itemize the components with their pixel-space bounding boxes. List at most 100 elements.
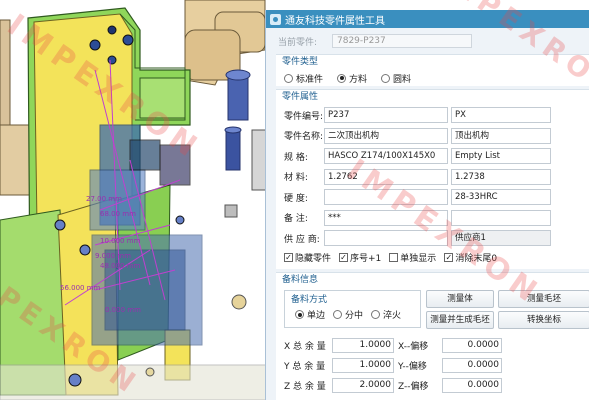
part-props-title: 零件属性 — [282, 92, 319, 102]
checkbox-strip-trailing-zero[interactable]: ✓ 消除末尾0 — [444, 251, 497, 264]
green-side-block — [139, 77, 186, 119]
cylinder-1 — [227, 74, 249, 121]
radio-dot[interactable] — [337, 73, 347, 83]
y-offset-label: Y--偏移 — [398, 361, 427, 372]
radio-dot[interactable] — [295, 310, 304, 319]
remark-select[interactable] — [451, 209, 551, 226]
rod-right — [251, 129, 267, 191]
spec-select[interactable]: Empty List — [451, 148, 551, 165]
checkbox-show-alone[interactable]: 单独显示 — [389, 251, 436, 264]
x-offset-label: X--偏移 — [398, 341, 429, 352]
stock-prep-title: 备料信息 — [282, 274, 319, 285]
hardness-input[interactable] — [324, 189, 448, 206]
prep-method-group: 备料方式 单边 分中 淬火 — [284, 289, 421, 328]
part-number-input[interactable]: P237 — [324, 107, 448, 124]
cad-viewport[interactable]: 27.00 mm 68.00 mm 10.000 mm 9.000 mm 48.… — [0, 0, 270, 400]
prep-method-radios: 单边 分中 淬火 — [287, 307, 401, 323]
prop-row-spec: 规 格: HASCO Z174/100X145X0 Empty List — [276, 146, 589, 167]
prop-row-number: 零件编号: P237 PX — [276, 105, 589, 126]
check-icon[interactable]: ✓ — [444, 253, 454, 262]
prop-label: 材 料: — [284, 173, 308, 184]
part-number-prefix[interactable]: PX — [451, 107, 551, 124]
prop-label: 硬 度: — [284, 193, 308, 204]
z-total-label: Z 总 余 量 — [284, 381, 326, 392]
z-total-input[interactable]: 2.0000 — [332, 377, 394, 393]
check-icon[interactable]: ✓ — [284, 253, 293, 262]
radio-quench[interactable]: 淬火 — [371, 308, 401, 321]
z-offset-label: Z--偏移 — [398, 381, 429, 392]
x-total-row: X 总 余 量 1.0000 X--偏移 0.0000 — [284, 337, 502, 354]
radio-single-side[interactable]: 单边 — [295, 308, 325, 321]
prop-row-hardness: 硬 度: 28-33HRC — [276, 187, 589, 208]
current-part-row: 当前零件: 7829-P237 — [266, 32, 589, 50]
current-part-label: 当前零件: — [278, 37, 318, 48]
dim-label-1: 27.00 mm — [86, 195, 122, 203]
dim-label-2: 68.00 mm — [100, 210, 136, 218]
radio-centered[interactable]: 分中 — [333, 308, 363, 321]
prop-row-name: 零件名称: 二次顶出机构 顶出机构 — [276, 126, 589, 147]
radio-dot[interactable] — [371, 310, 381, 319]
z-total-row: Z 总 余 量 2.0000 Z--偏移 0.0000 — [284, 377, 502, 394]
material-select[interactable]: 1.2738 — [451, 168, 551, 185]
remark-input[interactable]: *** — [324, 209, 448, 226]
stock-prep-section: 备料信息 备料方式 单边 分中 淬火 测量体 测量毛坯 测量并生成毛坯 转换坐标… — [276, 271, 589, 400]
window-title: 通友科技零件属性工具 — [285, 15, 385, 27]
z-offset-input[interactable]: 0.0000 — [442, 377, 502, 393]
prop-label: 备 注: — [284, 214, 308, 225]
checkbox-serial-plus-one[interactable]: ✓ 序号+1 — [339, 251, 381, 264]
measure-generate-button[interactable]: 测量并生成毛坯 — [426, 310, 494, 329]
prop-label: 零件名称: — [284, 132, 324, 143]
window-titlebar[interactable]: 通友科技零件属性工具 — [266, 10, 589, 28]
x-offset-input[interactable]: 0.0000 — [442, 337, 502, 353]
x-total-label: X 总 余 量 — [284, 341, 326, 352]
part-type-title: 零件类型 — [282, 57, 319, 67]
part-property-panel: 通友科技零件属性工具 当前零件: 7829-P237 零件类型 标准件 方料 圆… — [265, 10, 589, 400]
prop-row-supplier: 供 应 商: 供应商1 — [276, 228, 589, 249]
current-part-value: 7829-P237 — [332, 34, 472, 48]
y-total-label: Y 总 余 量 — [284, 361, 326, 372]
bracket-left — [0, 19, 11, 141]
supplier-input[interactable] — [324, 230, 448, 247]
screw-head — [231, 294, 247, 310]
part-type-radios: 标准件 方料 圆料 — [276, 70, 589, 86]
dim-label-5: 48.000 mm — [100, 262, 141, 270]
y-total-row: Y 总 余 量 1.0000 Y--偏移 0.0000 — [284, 357, 502, 374]
prop-label: 零件编号: — [284, 111, 324, 122]
dim-label-4: 9.000 mm — [95, 252, 131, 260]
part-name-select[interactable]: 顶出机构 — [451, 127, 551, 144]
cad-model-drawing: 27.00 mm 68.00 mm 10.000 mm 9.000 mm 48.… — [0, 0, 270, 400]
radio-dot[interactable] — [333, 310, 343, 319]
convert-coord-button[interactable]: 转换坐标 — [498, 310, 589, 329]
checkbox-hide-part[interactable]: ✓ 隐藏零件 — [284, 251, 331, 264]
option-checkboxes: ✓ 隐藏零件 ✓ 序号+1 单独显示 ✓ 消除末尾0 — [276, 249, 589, 267]
prop-label: 规 格: — [284, 152, 308, 163]
material-input[interactable]: 1.2762 — [324, 168, 448, 185]
cylinder-2 — [225, 129, 241, 171]
dim-label-6: 56.000 mm — [60, 284, 101, 292]
measure-body-button[interactable]: 测量体 — [426, 289, 494, 308]
part-props-section: 零件属性 零件编号: P237 PX 零件名称: 二次顶出机构 顶出机构 规 格… — [276, 89, 589, 269]
radio-dot[interactable] — [284, 73, 293, 83]
radio-dot[interactable] — [381, 73, 391, 83]
measure-blank-button[interactable]: 测量毛坯 — [498, 289, 589, 308]
bracket-left-lower — [0, 124, 31, 196]
app-gear-icon — [270, 13, 281, 25]
prop-row-remark: 备 注: *** — [276, 208, 589, 229]
radio-round-stock[interactable]: 圆料 — [381, 72, 411, 85]
box-dark — [159, 144, 191, 186]
x-total-input[interactable]: 1.0000 — [332, 337, 394, 353]
spec-input[interactable]: HASCO Z174/100X145X0 — [324, 148, 448, 165]
check-icon[interactable]: ✓ — [339, 253, 349, 262]
prep-method-title: 备料方式 — [291, 294, 328, 305]
part-name-input[interactable]: 二次顶出机构 — [324, 127, 448, 144]
radio-standard-part[interactable]: 标准件 — [284, 72, 323, 85]
dim-label-7: 0.000 mm — [105, 306, 141, 314]
radio-square-stock[interactable]: 方料 — [337, 72, 367, 85]
y-offset-input[interactable]: 0.0000 — [442, 357, 502, 373]
y-total-input[interactable]: 1.0000 — [332, 357, 394, 373]
prop-label: 供 应 商: — [284, 234, 320, 245]
dim-label-3: 10.000 mm — [100, 237, 141, 245]
hardness-select[interactable]: 28-33HRC — [451, 189, 551, 206]
checkbox-empty-icon[interactable] — [389, 253, 399, 262]
supplier-select[interactable]: 供应商1 — [451, 230, 551, 247]
